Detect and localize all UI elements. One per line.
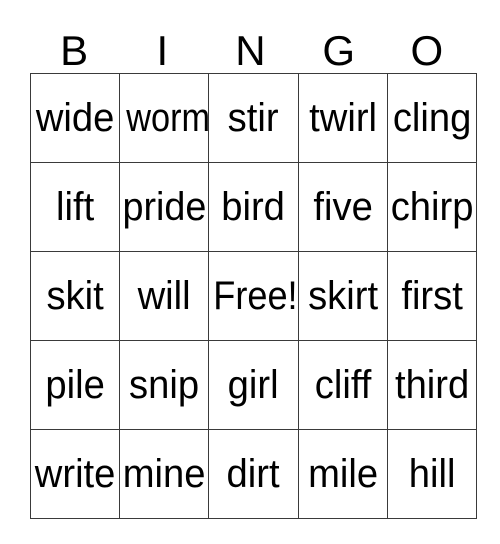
bingo-row: skit will Free! skirt first — [29, 251, 477, 341]
bingo-cell[interactable]: lift — [29, 162, 121, 252]
bingo-cell[interactable]: five — [297, 162, 388, 252]
bingo-cell[interactable]: pile — [29, 340, 121, 430]
bingo-cell[interactable]: girl — [208, 340, 299, 430]
bingo-row: write mine dirt mile hill — [29, 429, 477, 519]
bingo-cell[interactable]: cliff — [297, 340, 388, 430]
bingo-cell-label: will — [137, 274, 191, 318]
bingo-cell-label: first — [401, 274, 463, 318]
bingo-cell[interactable]: bird — [208, 162, 299, 252]
bingo-row: wide worm stir twirl cling — [29, 73, 477, 163]
bingo-cell[interactable]: stir — [208, 73, 299, 163]
bingo-cell-label: chirp — [390, 185, 474, 229]
bingo-header-row: B I N G O — [30, 14, 471, 73]
bingo-cell-label: pile — [45, 363, 105, 407]
bingo-grid: wide worm stir twirl cling lift pride bi… — [29, 73, 477, 519]
bingo-cell-label: worm — [126, 96, 209, 140]
bingo-cell-label: stir — [228, 96, 279, 140]
bingo-cell[interactable]: worm — [119, 73, 210, 163]
bingo-header-letter-g: G — [322, 27, 355, 74]
bingo-header-letter-n: N — [235, 27, 266, 74]
bingo-header-letter-o: O — [410, 27, 444, 74]
bingo-cell-label: pride — [122, 185, 207, 229]
bingo-cell[interactable]: pride — [119, 162, 210, 252]
bingo-cell-label: third — [394, 363, 469, 407]
bingo-cell-label: write — [34, 452, 116, 496]
bingo-row: lift pride bird five chirp — [29, 162, 477, 252]
bingo-cell-label: lift — [56, 185, 95, 229]
bingo-cell-label: girl — [228, 363, 279, 407]
bingo-cell[interactable]: will — [119, 251, 210, 341]
bingo-cell[interactable]: skirt — [297, 251, 388, 341]
bingo-cell[interactable]: dirt — [208, 429, 299, 519]
bingo-cell-label: cliff — [314, 363, 371, 407]
bingo-cell[interactable]: first — [386, 251, 477, 341]
bingo-cell[interactable]: mine — [119, 429, 210, 519]
bingo-cell[interactable]: third — [386, 340, 477, 430]
bingo-cell-label: bird — [221, 185, 286, 229]
bingo-cell-label: hill — [408, 452, 456, 496]
bingo-cell[interactable]: skit — [29, 251, 121, 341]
bingo-header-letter-i: I — [156, 27, 169, 74]
bingo-free-space-label: Free! — [213, 274, 298, 318]
bingo-cell[interactable]: hill — [386, 429, 477, 519]
bingo-cell-label: twirl — [308, 96, 377, 140]
bingo-cell-label: five — [312, 185, 373, 229]
bingo-cell-label: dirt — [226, 452, 280, 496]
bingo-cell[interactable]: snip — [119, 340, 210, 430]
bingo-cell[interactable]: cling — [386, 73, 477, 163]
bingo-cell[interactable]: mile — [297, 429, 388, 519]
bingo-cell-label: mine — [122, 452, 206, 496]
bingo-cell[interactable]: twirl — [297, 73, 388, 163]
bingo-cell-label: mile — [307, 452, 378, 496]
bingo-cell-label: cling — [392, 96, 472, 140]
bingo-cell-label: snip — [129, 363, 200, 407]
bingo-row: pile snip girl cliff third — [29, 340, 477, 430]
bingo-header-letter-b: B — [60, 27, 89, 74]
bingo-cell-label: wide — [35, 96, 115, 140]
bingo-cell-free[interactable]: Free! — [208, 251, 299, 341]
bingo-cell-label: skit — [46, 274, 104, 318]
bingo-cell[interactable]: chirp — [386, 162, 477, 252]
bingo-cell-label: skirt — [307, 274, 378, 318]
bingo-cell[interactable]: wide — [29, 73, 121, 163]
bingo-cell[interactable]: write — [29, 429, 121, 519]
bingo-card: B I N G O wide worm stir twirl cling lif… — [29, 14, 477, 519]
